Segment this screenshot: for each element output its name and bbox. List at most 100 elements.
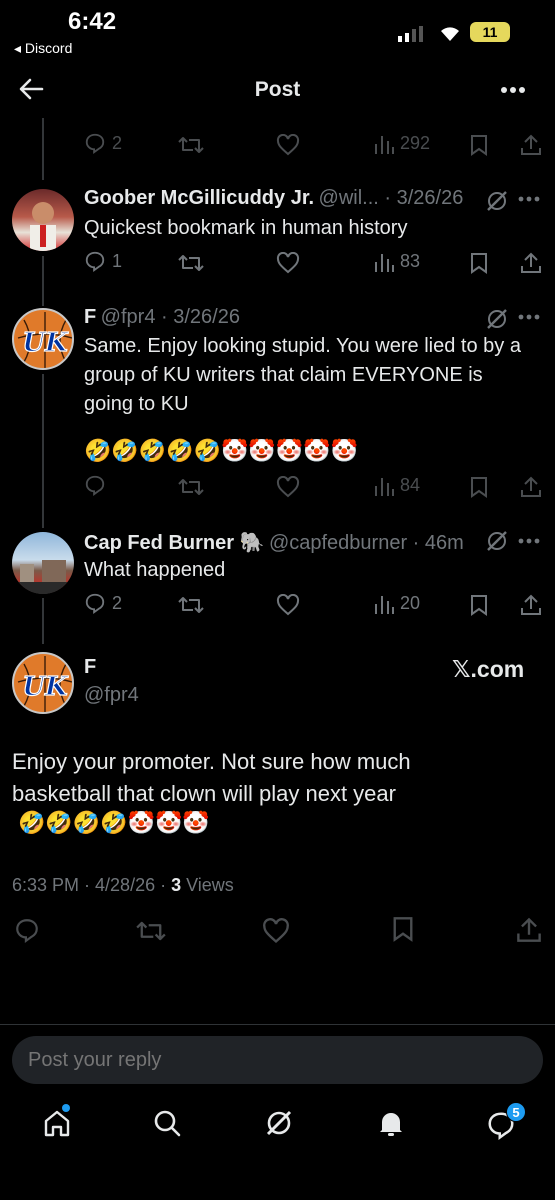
views-count: 83 [400, 250, 421, 271]
heart-icon [276, 594, 300, 616]
display-name[interactable]: F [84, 656, 96, 679]
display-name[interactable]: Goober McGillicuddy Jr. [84, 187, 314, 209]
more-options-icon[interactable] [500, 86, 526, 94]
bookmark-button[interactable] [470, 134, 488, 156]
thread-line [42, 598, 44, 644]
views-button[interactable]: 20 [374, 592, 420, 614]
reply-button[interactable]: 1 [84, 250, 122, 272]
share-button[interactable] [520, 476, 542, 498]
repost-button[interactable] [178, 134, 204, 156]
post-meta: 6:33 PM · 4/28/26 · 3 Views [12, 875, 234, 896]
bookmark-icon [471, 477, 487, 498]
bookmark-icon [471, 135, 487, 156]
views-count: 20 [400, 592, 421, 613]
display-name[interactable]: F [84, 306, 96, 328]
like-button[interactable] [276, 252, 300, 274]
avatar[interactable]: UK [12, 308, 74, 370]
reply-icon [85, 251, 105, 272]
reply-count: 2 [112, 592, 123, 613]
grok-icon[interactable] [264, 1108, 294, 1138]
bookmark-button[interactable] [470, 594, 488, 616]
repost-button[interactable] [178, 594, 204, 616]
views-count: 84 [400, 474, 421, 495]
views-button[interactable]: 83 [374, 250, 420, 272]
battery-indicator: 11 [470, 22, 510, 42]
bookmark-button[interactable] [392, 916, 414, 942]
repost-button[interactable] [136, 918, 166, 944]
handle-date: @capfedburner · 46m [268, 532, 464, 554]
more-options-icon[interactable] [518, 538, 540, 544]
share-icon [521, 134, 541, 155]
more-options-icon[interactable] [518, 314, 540, 320]
views-count: 3 [171, 875, 182, 895]
reply-button[interactable] [84, 474, 106, 496]
bookmark-button[interactable] [470, 476, 488, 498]
page-title: Post [254, 78, 301, 101]
grok-icon[interactable] [486, 190, 508, 212]
thread-line [42, 118, 44, 180]
reply-icon [85, 593, 105, 614]
home-icon[interactable] [42, 1108, 72, 1138]
x-watermark: 𝕏.com [452, 656, 525, 682]
views-count: 292 [400, 132, 431, 153]
divider [0, 1024, 555, 1025]
bell-icon[interactable] [376, 1108, 406, 1138]
repost-button[interactable] [178, 476, 204, 498]
reply-count: 2 [112, 132, 123, 153]
bookmark-icon [471, 253, 487, 274]
like-button[interactable] [276, 594, 300, 616]
share-button[interactable] [520, 594, 542, 616]
emoji-text: 🤣🤣🤣🤣🤣🤡🤡🤡🤡🤡 [84, 438, 358, 463]
uk-logo-text: UK [22, 328, 69, 358]
repost-button[interactable] [178, 252, 204, 274]
messages-badge: 5 [506, 1102, 526, 1122]
like-button[interactable] [276, 476, 300, 498]
notification-dot [62, 1104, 70, 1112]
reply-button[interactable] [14, 917, 40, 943]
like-button[interactable] [276, 134, 300, 156]
bookmark-button[interactable] [470, 252, 488, 274]
views-button[interactable]: 292 [374, 132, 430, 154]
signal-icon [398, 26, 428, 42]
status-bar: 6:42 ◂ Discord 11 [0, 0, 555, 60]
main-post-text: Enjoy your promoter. Not sure how much b… [12, 749, 411, 806]
like-button[interactable] [262, 918, 290, 944]
status-time: 6:42 [68, 8, 117, 35]
reply-button[interactable]: 2 [84, 592, 122, 614]
reply-input[interactable] [12, 1036, 543, 1084]
share-icon [517, 917, 541, 942]
views-icon [375, 136, 394, 154]
grok-icon[interactable] [486, 530, 508, 552]
share-icon [521, 252, 541, 273]
avatar[interactable] [12, 532, 74, 594]
share-button[interactable] [516, 917, 542, 943]
bookmark-icon [393, 917, 413, 942]
avatar[interactable]: UK [12, 652, 74, 714]
display-name[interactable]: Cap Fed Burner 🐘 [84, 532, 264, 554]
more-options-icon[interactable] [518, 196, 540, 202]
emoji-text: 🤣🤣🤣🤣🤡🤡🤡 [18, 810, 210, 835]
views-icon [375, 596, 394, 614]
repost-icon [178, 137, 204, 153]
search-icon[interactable] [152, 1108, 182, 1138]
share-icon [521, 594, 541, 615]
share-icon [521, 476, 541, 497]
views-icon [375, 254, 394, 272]
heart-icon [263, 918, 289, 944]
views-button[interactable]: 84 [374, 474, 420, 496]
heart-icon [276, 134, 300, 156]
thread-line [42, 256, 44, 306]
share-button[interactable] [520, 252, 542, 274]
uk-logo-text: UK [22, 672, 69, 702]
views-icon [375, 478, 394, 496]
reply-count: 1 [112, 250, 123, 271]
share-button[interactable] [520, 134, 542, 156]
back-to-app-link[interactable]: ◂ Discord [14, 40, 72, 57]
post-text: Same. Enjoy looking stupid. You were lie… [84, 335, 521, 415]
avatar[interactable] [12, 189, 74, 251]
handle-date: @wil... · 3/26/26 [318, 187, 464, 209]
bookmark-icon [471, 595, 487, 616]
reply-button[interactable]: 2 [84, 132, 122, 154]
grok-icon[interactable] [486, 308, 508, 330]
reply-icon [16, 919, 38, 943]
